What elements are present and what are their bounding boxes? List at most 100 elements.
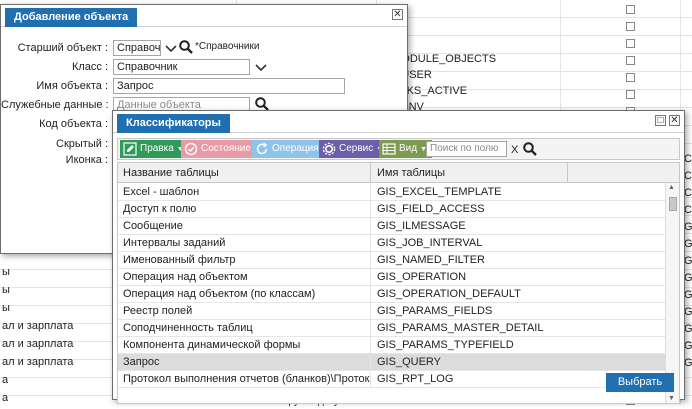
cell-table-id: GIS_FIELD_ACCESS	[377, 203, 485, 215]
row-checkbox[interactable]	[626, 73, 635, 82]
view-menu-button[interactable]: Вид ▼	[379, 140, 433, 158]
table-row[interactable]: Операция над объектом (по классам) GIS_OP…	[118, 286, 665, 303]
cell-table-name: Компонента динамической формы	[118, 337, 371, 354]
senior-object-field[interactable]: Справочни	[113, 40, 161, 56]
cell-table-name: Операция над объектом (по классам)	[118, 286, 371, 303]
search-icon[interactable]	[522, 141, 538, 157]
bg-cell: ы	[2, 302, 10, 314]
service-menu-label: Сервис	[339, 143, 374, 154]
classifiers-table: Название таблицы Имя таблицы Excel - шаб…	[117, 162, 680, 404]
cell-table-name: Соподчиненность таблиц	[118, 320, 371, 337]
hidden-label: Скрытый :	[56, 138, 108, 150]
table-row[interactable]: Именованный фильтр GIS_NAMED_FILTER	[118, 252, 665, 269]
object-name-field[interactable]: Запрос	[113, 78, 345, 94]
gear-icon	[322, 142, 336, 156]
bg-cell: GIS	[684, 255, 692, 267]
cell-table-name: Excel - шаблон	[118, 184, 371, 201]
maximize-icon[interactable]: □	[655, 115, 666, 126]
cell-table-id: GIS_JOB_INTERVAL	[377, 237, 483, 249]
cell-table-name: Сообщение	[118, 218, 371, 235]
edit-menu-label: Правка	[140, 143, 174, 154]
classifiers-titlebar: Классификаторы □ ✕	[113, 111, 684, 133]
close-icon[interactable]: ✕	[669, 115, 680, 126]
operation-menu-label: Операция	[272, 143, 319, 154]
object-code-label: Код объекта :	[39, 118, 108, 130]
search-icon[interactable]	[178, 39, 194, 55]
cell-table-name: Интервалы заданий	[118, 235, 371, 252]
bg-cell: CIS	[684, 170, 692, 182]
bg-cell: а	[2, 392, 9, 404]
cell-table-id: GIS_EXCEL_TEMPLATE	[377, 186, 502, 198]
table-search-input[interactable]: Поиск по полю	[426, 141, 507, 157]
classifiers-toolbar: Правка▼ Состояние▼ Операция▼ Сервис▼ Вид…	[117, 138, 680, 160]
row-checkbox[interactable]	[626, 39, 635, 48]
scrollbar-thumb[interactable]	[669, 197, 677, 211]
select-button[interactable]: Выбрать	[606, 373, 674, 392]
column-header-name[interactable]: Название таблицы	[118, 163, 371, 183]
classifiers-title: Классификаторы	[117, 114, 230, 133]
bg-cell: GIS	[684, 221, 692, 233]
cell-table-id: GIS_NAMED_FILTER	[377, 254, 485, 266]
view-menu-label: Вид	[399, 143, 418, 154]
classifiers-window: Классификаторы □ ✕ Правка▼ Состояние▼ Оп…	[112, 110, 685, 404]
class-field[interactable]: Справочник	[113, 59, 250, 75]
bg-cell: GIS	[684, 340, 692, 352]
table-row[interactable]: Интервалы заданий GIS_JOB_INTERVAL	[118, 235, 665, 252]
table-header: Название таблицы Имя таблицы	[118, 163, 679, 183]
cell-table-id: GIS_PARAMS_MASTER_DETAIL	[377, 322, 544, 334]
row-checkbox[interactable]	[626, 56, 635, 65]
scroll-up-icon[interactable]: ▲	[668, 184, 675, 191]
table-row[interactable]: Протокол выполнения отчетов (бланков)\Пр…	[118, 371, 665, 388]
cell-table-id: GIS_QUERY	[377, 356, 441, 368]
table-row[interactable]: Операция над объектом GIS_OPERATION	[118, 269, 665, 286]
cell-table-name: Запрос	[118, 354, 371, 371]
table-row[interactable]: Компонента динамической формы GIS_PARAMS_…	[118, 337, 665, 354]
icon-label: Иконка :	[65, 154, 108, 166]
class-label: Класс :	[71, 61, 108, 73]
cell-table-id: GIS_PARAMS_TYPEFIELD	[377, 339, 514, 351]
bg-cell: GIS	[684, 289, 692, 301]
table-row[interactable]: Сообщение GIS_ILMESSAGE	[118, 218, 665, 235]
senior-object-label: Старший объект :	[17, 42, 108, 54]
table-row[interactable]: Excel - шаблон GIS_EXCEL_TEMPLATE	[118, 184, 665, 201]
senior-object-note: *Справочники	[195, 41, 260, 52]
chevron-down-icon[interactable]	[253, 59, 269, 75]
cell-table-id: GIS_PARAMS_FIELDS	[377, 305, 493, 317]
bg-cell: ы	[2, 284, 10, 296]
table-row[interactable]: Реестр полей GIS_PARAMS_FIELDS	[118, 303, 665, 320]
edit-menu-button[interactable]: Правка▼	[120, 140, 189, 158]
chevron-down-icon[interactable]	[163, 40, 179, 56]
bg-cell: а	[2, 374, 9, 386]
table-view-icon	[382, 143, 396, 155]
service-data-label: Служебные данные :	[1, 99, 109, 111]
clear-search-button[interactable]: X	[511, 142, 518, 158]
bg-cell: ы	[2, 266, 10, 278]
object-name-label: Имя объекта :	[36, 80, 108, 92]
vertical-scrollbar[interactable]: ▲ ▼	[665, 183, 679, 403]
bg-cell: GIS	[684, 357, 692, 369]
table-row[interactable]: Запрос GIS_QUERY	[118, 354, 665, 371]
close-icon[interactable]: ✕	[392, 9, 403, 20]
table-row[interactable]: Доступ к полю GIS_FIELD_ACCESS	[118, 201, 665, 218]
bg-cell: GIS	[684, 238, 692, 250]
cell-table-id: GIS_RPT_LOG	[377, 373, 454, 385]
cell-table-id: GIS_OPERATION_DEFAULT	[377, 288, 521, 300]
state-menu-label: Состояние	[201, 143, 251, 154]
row-checkbox[interactable]	[626, 5, 635, 14]
service-menu-button[interactable]: Сервис▼	[319, 140, 389, 158]
table-row[interactable]: Соподчиненность таблиц GIS_PARAMS_MASTER_…	[118, 320, 665, 337]
bg-cell: CIS	[684, 187, 692, 199]
refresh-icon	[256, 142, 268, 155]
cell-table-name: Именованный фильтр	[118, 252, 371, 269]
dialog-title: Добавление объекта	[5, 8, 138, 27]
scroll-down-icon[interactable]: ▼	[668, 395, 675, 402]
edit-icon	[123, 142, 137, 156]
column-header-table[interactable]: Имя таблицы	[372, 163, 568, 183]
cell-table-name: Протокол выполнения отчетов (бланков)\Пр…	[118, 371, 371, 388]
row-checkbox[interactable]	[626, 90, 635, 99]
bg-cell: ал и зарплата	[2, 356, 74, 368]
cell-table-id: GIS_ILMESSAGE	[377, 220, 466, 232]
dialog-titlebar: Добавление объекта ✕	[1, 5, 407, 27]
row-checkbox[interactable]	[626, 22, 635, 31]
bg-cell: ал и зарплата	[2, 320, 74, 332]
